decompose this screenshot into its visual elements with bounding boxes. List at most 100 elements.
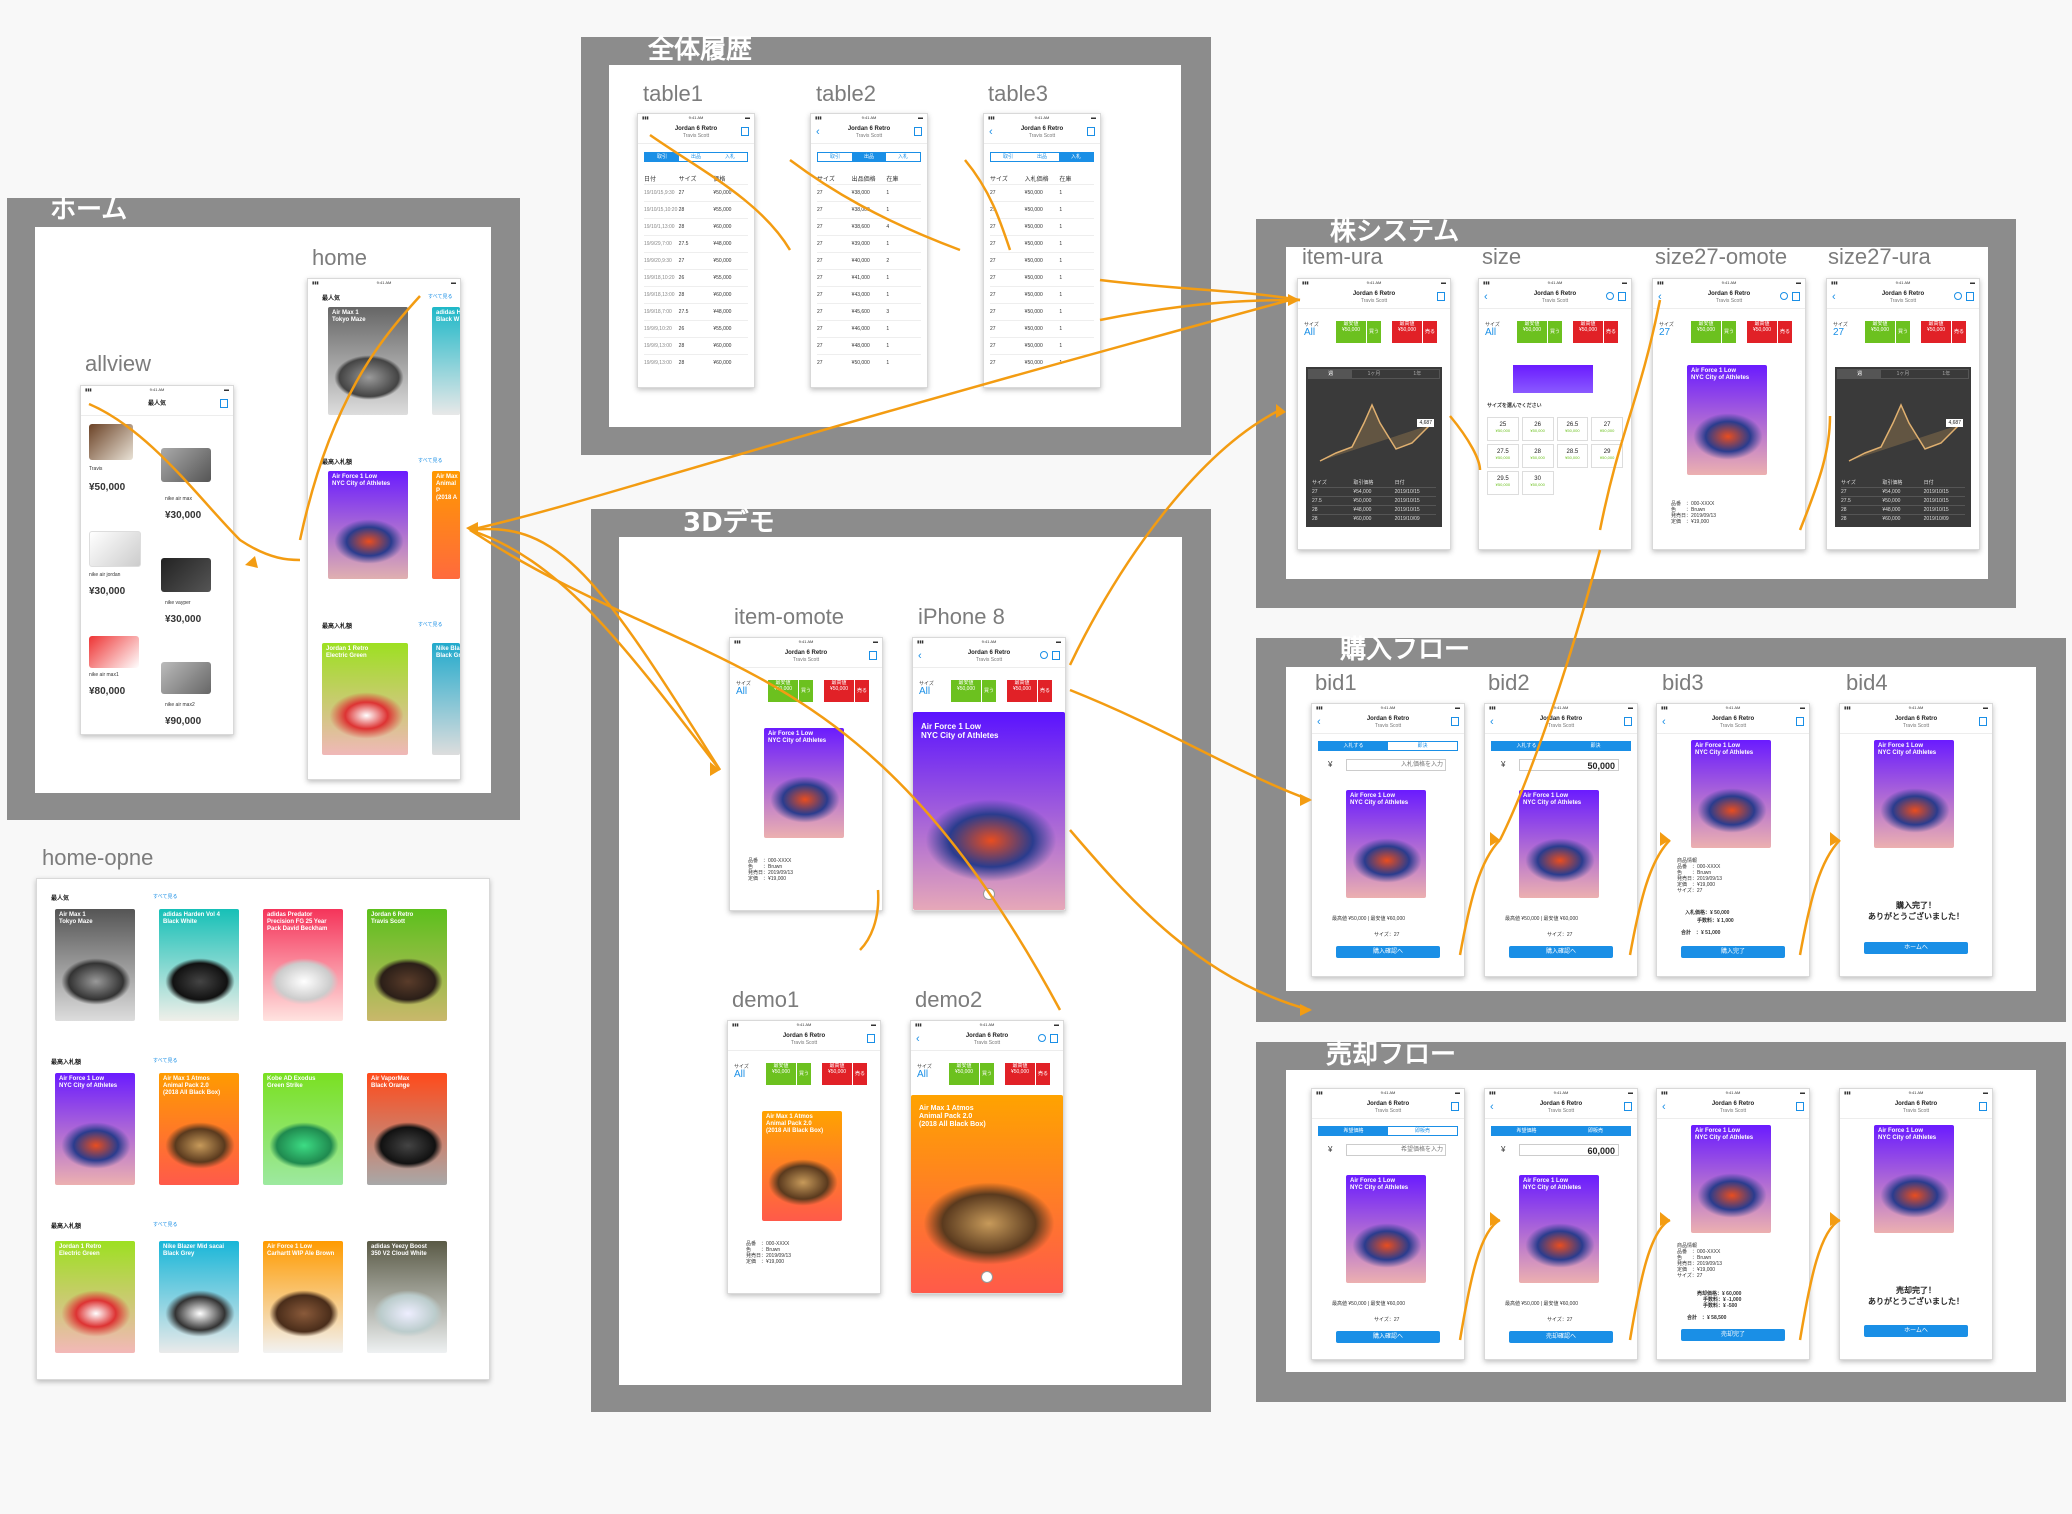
size-option[interactable]: 27.5 ¥50,000	[1487, 444, 1519, 468]
tab-week[interactable]: 週	[1838, 370, 1882, 378]
history-icon[interactable]	[1606, 292, 1614, 300]
product-card[interactable]: adidas H Black W	[432, 307, 460, 415]
artboard-table2[interactable]: 9:41 AM ‹Jordan 6 RetroTravis Scott 取引出品…	[810, 113, 928, 388]
tab-bid[interactable]: 入札する	[1492, 742, 1561, 750]
buy-button[interactable]: 買う	[1896, 321, 1910, 343]
tab-month[interactable]: 1ヶ月	[1881, 370, 1924, 378]
product-card[interactable]: Air Force 1 Low NYC City of Athletes	[1346, 790, 1426, 898]
tab-listings[interactable]: 出品	[679, 153, 713, 161]
tab-instant[interactable]: 即決	[1388, 742, 1457, 750]
see-all-link[interactable]: すべて見る	[153, 893, 177, 900]
artboard-home-open[interactable]: 最人気 すべて見る Air Max 1 Tokyo Maze adidas Ha…	[36, 878, 490, 1380]
buy-button[interactable]: 買う	[1548, 321, 1562, 343]
tab-instant-sell[interactable]: 即販売	[1388, 1127, 1457, 1135]
segmented-tabs[interactable]: 取引 出品 入札	[644, 152, 748, 162]
price-chart-panel[interactable]: 週 1ヶ月 1年 4,687 サイズ 取引価格 日付 27 ¥54,000 2019/10/…	[1835, 367, 1971, 527]
3d-stage[interactable]: Air Force 1 Low NYC City of Athletes	[913, 712, 1065, 910]
chart-range-tabs[interactable]: 週 1ヶ月 1年	[1308, 369, 1440, 379]
segmented-tabs[interactable]: 入札する 即決	[1318, 741, 1458, 751]
artboard-demo2[interactable]: 9:41 AM ‹Jordan 6 RetroTravis Scott サイズ …	[910, 1020, 1064, 1294]
sell-button[interactable]: 売る	[1604, 321, 1618, 343]
segmented-tabs[interactable]: 取引 出品 入札	[990, 152, 1094, 162]
purchase-complete-button[interactable]: 購入完了	[1681, 946, 1785, 958]
artboard-sell2[interactable]: 9:41 AM ‹Jordan 6 RetroTravis Scott 希望価格…	[1484, 1088, 1638, 1360]
size-option[interactable]: 29 ¥50,000	[1591, 444, 1623, 468]
artboard-sell3[interactable]: 9:41 AM ‹Jordan 6 RetroTravis Scott Air …	[1656, 1088, 1810, 1360]
tab-trades[interactable]: 取引	[645, 153, 679, 161]
artboard-bid2[interactable]: 9:41 AM ‹Jordan 6 RetroTravis Scott 入札する…	[1484, 703, 1638, 977]
artboard-size[interactable]: 9:41 AM ‹Jordan 6 RetroTravis Scott サイズ …	[1478, 278, 1632, 550]
tab-year[interactable]: 1年	[1925, 370, 1968, 378]
tab-ask[interactable]: 希望価格	[1492, 1127, 1561, 1135]
product-card[interactable]: Air Force 1 Low NYC City of Athletes	[328, 471, 408, 579]
buy-button[interactable]: 買う	[982, 680, 996, 702]
buy-button[interactable]: 買う	[980, 1063, 994, 1085]
share-icon[interactable]	[220, 399, 228, 408]
product-card[interactable]: Air Force 1 Low NYC City of Athletes	[1691, 1125, 1771, 1233]
product-card[interactable]: Air Force 1 Low NYC City of Athletes	[1874, 740, 1954, 848]
history-icon[interactable]	[1038, 1034, 1046, 1042]
size-value[interactable]: All	[919, 686, 930, 697]
size-option[interactable]: 28.5 ¥50,000	[1556, 444, 1589, 468]
bid-price-input[interactable]: 50,000	[1519, 759, 1619, 771]
bid-price-input[interactable]	[1346, 759, 1446, 771]
segmented-tabs[interactable]: 取引 出品 入札	[817, 152, 921, 162]
tab-ask[interactable]: 希望価格	[1319, 1127, 1388, 1135]
3d-stage[interactable]: Air Max 1 Atmos Animal Pack 2.0 (2018 Al…	[911, 1095, 1063, 1293]
share-icon[interactable]	[1624, 717, 1632, 726]
see-all-link[interactable]: すべて見る	[153, 1057, 177, 1064]
sell-button[interactable]: 売る	[1952, 321, 1966, 343]
chart-range-tabs[interactable]: 週 1ヶ月 1年	[1837, 369, 1969, 379]
share-icon[interactable]	[867, 1034, 875, 1043]
sell-button[interactable]: 売る	[853, 1063, 867, 1085]
product-card[interactable]: Air Force 1 Low NYC City of Athletes	[1874, 1125, 1954, 1233]
home-indicator-icon[interactable]	[981, 1271, 993, 1283]
size-value[interactable]: All	[917, 1069, 928, 1080]
share-icon[interactable]	[1624, 1102, 1632, 1111]
history-icon[interactable]	[1954, 292, 1962, 300]
see-all-link[interactable]: すべて見る	[153, 1221, 177, 1228]
sell-complete-button[interactable]: 売却完了	[1681, 1329, 1785, 1341]
purchase-confirm-button[interactable]: 購入確認へ	[1509, 946, 1613, 958]
artboard-size27-ura[interactable]: 9:41 AM ‹Jordan 6 RetroTravis Scott サイズ …	[1826, 278, 1980, 550]
product-card[interactable]: Nike Bla Black Gr	[432, 643, 460, 755]
product-card[interactable]: adidas Predator Precision FG 25 Year Pac…	[263, 909, 343, 1021]
share-icon[interactable]	[1796, 1102, 1804, 1111]
size-value[interactable]: All	[736, 686, 747, 697]
size-value[interactable]: 27	[1833, 327, 1844, 338]
buy-button[interactable]: 買う	[1722, 321, 1736, 343]
share-icon[interactable]	[1979, 1102, 1987, 1111]
ask-price-input[interactable]: 60,000	[1519, 1144, 1619, 1156]
artboard-size27-omote[interactable]: 9:41 AM ‹Jordan 6 RetroTravis Scott サイズ …	[1652, 278, 1806, 550]
home-button[interactable]: ホームへ	[1864, 942, 1968, 954]
shoe-thumb[interactable]	[89, 531, 141, 567]
share-icon[interactable]	[1979, 717, 1987, 726]
product-card[interactable]: Jordan 1 Retro Electric Green	[55, 1241, 135, 1353]
artboard-table1[interactable]: 9:41 AM Jordan 6 RetroTravis Scott 取引出品入…	[637, 113, 755, 388]
share-icon[interactable]	[914, 127, 922, 136]
purchase-confirm-button[interactable]: 購入確認へ	[1336, 946, 1440, 958]
product-card[interactable]: Jordan 6 Retro Travis Scott	[367, 909, 447, 1021]
size-value[interactable]: All	[1304, 327, 1315, 338]
tab-instant[interactable]: 即決	[1561, 742, 1630, 750]
size-option[interactable]: 26.5 ¥50,000	[1556, 417, 1589, 441]
tab-bids[interactable]: 入札	[886, 153, 920, 161]
size-option[interactable]: 25 ¥50,000	[1487, 417, 1519, 441]
share-icon[interactable]	[1966, 292, 1974, 301]
buy-button[interactable]: 買う	[797, 1063, 811, 1085]
home-indicator-icon[interactable]	[983, 888, 995, 900]
size-value[interactable]: All	[734, 1069, 745, 1080]
see-all-link[interactable]: すべて見る	[418, 457, 442, 464]
see-all-link[interactable]: すべて見る	[418, 621, 442, 628]
artboard-home[interactable]: 9:41 AM 最人気 すべて見る Air Max 1 Tokyo Maze a…	[307, 278, 461, 780]
product-card[interactable]: Air Max Animal P (2018 A	[432, 471, 460, 579]
product-card[interactable]: Air Max 1 Tokyo Maze	[328, 307, 408, 415]
artboard-allview[interactable]: 9:41 AM 最人気 Travis ¥50,000 nike air max …	[80, 385, 234, 735]
tab-listings[interactable]: 出品	[1025, 153, 1059, 161]
share-icon[interactable]	[1451, 1102, 1459, 1111]
artboard-bid4[interactable]: 9:41 AM Jordan 6 RetroTravis Scott Air F…	[1839, 703, 1993, 977]
size-grid[interactable]: 25 ¥50,000 26 ¥50,000 26.5 ¥50,000 27 ¥50,000 27…	[1487, 417, 1623, 495]
product-card[interactable]: Air Force 1 Low NYC City of Athletes	[1346, 1175, 1426, 1283]
share-icon[interactable]	[1087, 127, 1095, 136]
product-card[interactable]: adidas Harden Vol 4 Black White	[159, 909, 239, 1021]
